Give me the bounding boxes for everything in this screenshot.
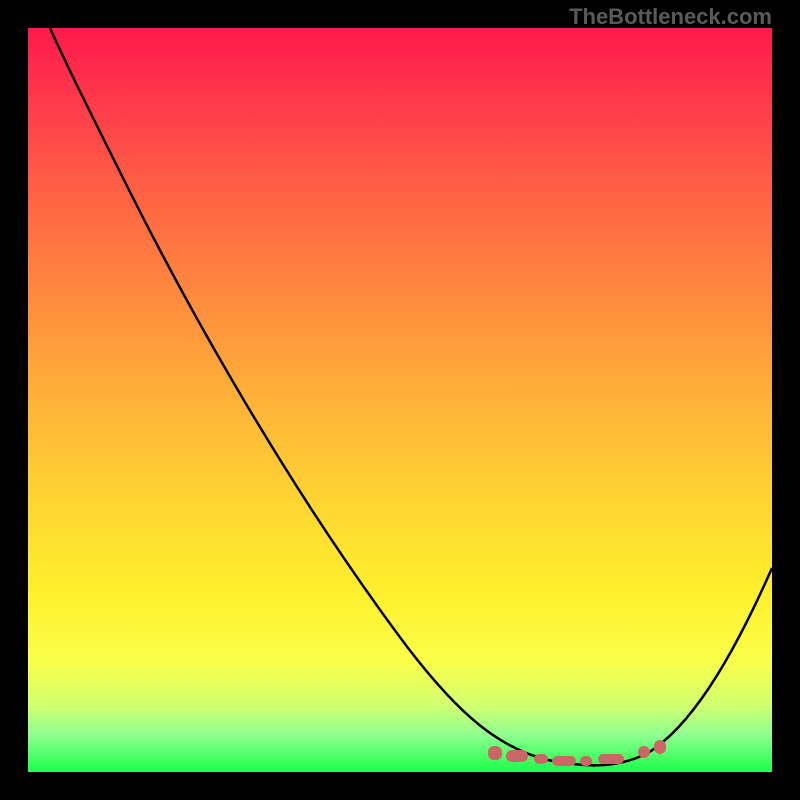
chart-curve-svg: [28, 28, 772, 772]
marker-dot: [638, 746, 650, 758]
marker-dot: [654, 740, 666, 754]
chart-plot-area: [28, 28, 772, 772]
marker-dot: [488, 746, 502, 760]
marker-dot: [506, 750, 528, 762]
marker-dot: [580, 756, 592, 766]
marker-dot: [598, 754, 624, 764]
optimal-range-markers: [488, 742, 688, 772]
marker-dot: [552, 756, 576, 766]
marker-dot: [534, 754, 548, 764]
chart-series-line: [50, 28, 772, 765]
watermark-text: TheBottleneck.com: [569, 4, 772, 30]
